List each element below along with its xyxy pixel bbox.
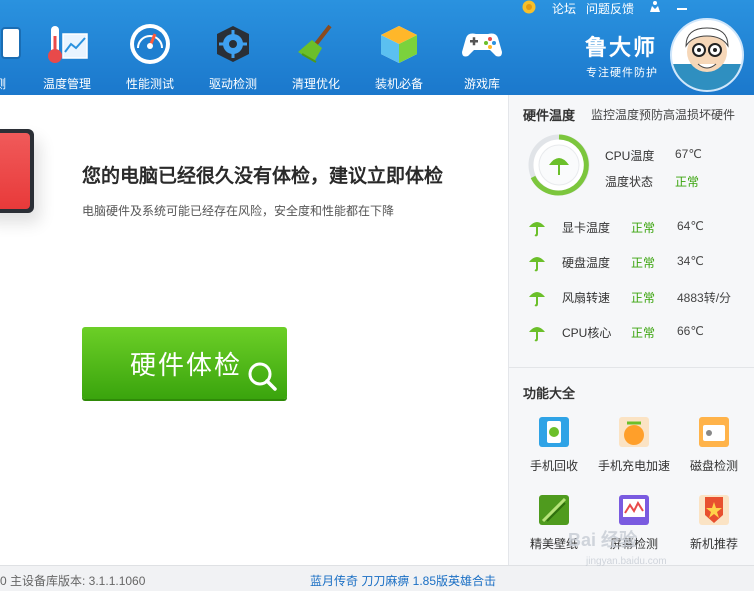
badge-star-icon	[699, 495, 729, 525]
temp-status-value: 正常	[675, 175, 700, 189]
temp-section-note: 监控温度预防高温损坏硬件	[591, 108, 736, 122]
watermark-text: Bai 经验	[568, 530, 638, 550]
sensor-name: 显卡温度	[562, 221, 611, 235]
nav-item-games[interactable]: 游戏库	[440, 22, 524, 94]
nav-label: 驱动检测	[208, 77, 257, 91]
top-navigation-bar: 测 温度管理 性能测试 驱动检测	[0, 0, 754, 95]
tool-charge-boost[interactable]: 手机充电加速	[598, 415, 670, 475]
thermometer-chart-icon	[48, 26, 88, 63]
check-button-label: 硬件体检	[130, 350, 243, 380]
section-divider	[509, 367, 754, 368]
tool-disk-check[interactable]: 磁盘检测	[679, 415, 749, 475]
gamepad-icon	[462, 33, 502, 57]
tool-label: 新机推荐	[689, 537, 738, 551]
db-version-text: 0 主设备库版本: 3.1.1.1060	[0, 574, 146, 588]
sensor-status: 正常	[631, 256, 656, 270]
hard-disk-icon	[699, 417, 729, 447]
main-panel: 您的电脑已经很久没有体检，建议立即体检 电脑硬件及系统可能已经存在风险，安全度和…	[0, 95, 508, 565]
umbrella-icon	[529, 327, 545, 342]
nav-item-cleanup[interactable]: 清理优化	[274, 22, 358, 94]
hardware-icon	[1, 27, 21, 59]
nav-item-temperature[interactable]: 温度管理	[25, 22, 109, 94]
sensor-row-cpu-core: CPU核心 正常 66℃	[527, 322, 747, 342]
gear-chip-icon	[217, 26, 249, 62]
nav-item-essentials[interactable]: 装机必备	[357, 22, 441, 94]
brand-subtitle: 专注硬件防护	[586, 67, 658, 79]
sensor-name: CPU核心	[562, 326, 612, 340]
status-bar: 0 主设备库版本: 3.1.1.1060 蓝月传奇 刀刀麻痹 1.85版英雄合击	[0, 565, 754, 591]
temp-section-title: 硬件温度	[523, 108, 576, 123]
magnifier-icon	[248, 362, 277, 391]
sensor-row-fan: 风扇转速 正常 4883转/分	[527, 287, 747, 307]
umbrella-icon	[529, 222, 545, 237]
cpu-temp-value: 67℃	[675, 147, 702, 161]
main-subline: 电脑硬件及系统可能已经存在风险，安全度和性能都在下降	[82, 204, 395, 218]
sensor-status: 正常	[631, 326, 656, 340]
tool-label: 磁盘检测	[689, 459, 738, 473]
side-panel: 硬件温度 监控温度预防高温损坏硬件 CPU温度 67℃ 温度状态 正常 显卡温度…	[508, 95, 754, 565]
brand-title: 鲁大师	[585, 35, 658, 60]
sensor-value: 66℃	[677, 324, 704, 338]
cpu-temp-label: CPU温度	[605, 149, 655, 163]
tool-label: 手机充电加速	[597, 459, 670, 473]
promo-link[interactable]: 蓝月传奇 刀刀麻痹 1.85版英雄合击	[310, 572, 496, 589]
umbrella-icon	[529, 292, 545, 307]
minimize-icon[interactable]	[676, 0, 688, 15]
wallpaper-icon	[539, 495, 569, 525]
temperature-gauge	[528, 134, 590, 196]
tool-label: 手机回收	[529, 459, 578, 473]
umbrella-icon	[529, 257, 545, 272]
nav-label: 游戏库	[463, 77, 500, 91]
computer-monitor-icon	[0, 129, 34, 213]
coin-icon[interactable]	[522, 0, 536, 17]
sensor-value: 4883转/分	[677, 291, 732, 305]
package-cube-icon	[381, 26, 417, 63]
nav-label: 清理优化	[291, 77, 340, 91]
phone-recycle-icon	[539, 417, 569, 447]
mascot-face-icon	[672, 27, 742, 90]
tools-section-title: 功能大全	[523, 386, 576, 401]
nav-label: 温度管理	[42, 77, 91, 91]
tool-phone-recycle[interactable]: 手机回收	[519, 415, 589, 475]
nav-item-driver[interactable]: 驱动检测	[191, 22, 275, 94]
sensor-value: 64℃	[677, 219, 704, 233]
speedometer-icon	[130, 24, 170, 64]
nav-label: 装机必备	[374, 77, 423, 91]
main-headline: 您的电脑已经很久没有体检，建议立即体检	[82, 166, 444, 187]
feedback-link[interactable]: 问题反馈	[586, 0, 634, 17]
hardware-check-button[interactable]: 硬件体检	[82, 327, 287, 399]
broom-icon	[298, 24, 332, 63]
tool-new-phone[interactable]: 新机推荐	[679, 493, 749, 553]
sensor-row-disk: 硬盘温度 正常 34℃	[527, 252, 747, 272]
skin-icon[interactable]	[648, 0, 662, 17]
sensor-status: 正常	[631, 291, 656, 305]
sensor-name: 风扇转速	[562, 291, 611, 305]
sensor-name: 硬盘温度	[562, 256, 611, 270]
sensor-status: 正常	[631, 221, 656, 235]
mascot-avatar[interactable]	[670, 18, 744, 92]
charging-icon	[619, 417, 649, 447]
sensor-row-gpu: 显卡温度 正常 64℃	[527, 217, 747, 237]
nav-item-performance[interactable]: 性能测试	[108, 22, 192, 94]
temp-status-label: 温度状态	[605, 175, 654, 189]
watermark-url: jingyan.baidu.com	[586, 556, 667, 567]
forum-link[interactable]: 论坛	[552, 0, 576, 17]
screen-test-icon	[619, 495, 649, 525]
sensor-value: 34℃	[677, 254, 704, 268]
nav-label: 性能测试	[125, 77, 174, 91]
